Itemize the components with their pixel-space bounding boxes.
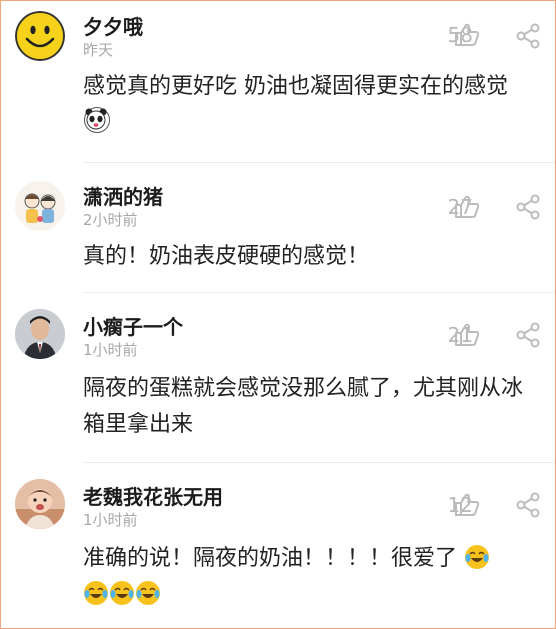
timestamp: 昨天 — [83, 41, 114, 59]
tears-of-joy-emoji — [136, 581, 160, 605]
tears-of-joy-emoji — [110, 581, 134, 605]
comment-text: 准确的说！隔夜的奶油！！！！很爱了 — [83, 541, 533, 613]
comment-text: 隔夜的蛋糕就会感觉没那么腻了，尤其刚从冰箱里拿出来 — [83, 376, 524, 437]
username[interactable]: 潇洒的猪 — [83, 181, 163, 210]
panda-face-emoji — [84, 107, 110, 133]
man-in-suit-avatar — [15, 309, 65, 359]
username[interactable]: 夕夕哦 — [83, 11, 143, 40]
cartoon-couple-avatar — [15, 181, 65, 231]
thumbs-up-icon[interactable] — [454, 493, 480, 517]
smiley-face-icon — [15, 11, 65, 61]
timestamp: 1小时前 — [83, 341, 138, 359]
share-icon[interactable] — [515, 23, 541, 49]
username[interactable]: 小瘸子一个 — [83, 311, 183, 340]
comment-text: 真的！奶油表皮硬硬的感觉！ — [83, 244, 370, 269]
avatar[interactable] — [15, 479, 65, 529]
baby-photo-avatar — [15, 479, 65, 529]
comment-item: 小瘸子一个 1小时前 21 隔夜的蛋糕就会感觉没那么腻了，尤其刚从冰箱里拿出来 — [1, 293, 555, 463]
avatar[interactable] — [15, 181, 65, 231]
comment-list: 夕夕哦 昨天 58 感觉真的更好吃 奶油也凝固得更实在的感觉 潇洒的猪 2小时前… — [0, 0, 556, 629]
share-icon[interactable] — [515, 194, 541, 220]
comment-item: 夕夕哦 昨天 58 感觉真的更好吃 奶油也凝固得更实在的感觉 — [1, 1, 555, 163]
comment-text: 感觉真的更好吃 奶油也凝固得更实在的感觉 — [83, 69, 533, 141]
share-icon[interactable] — [515, 492, 541, 518]
avatar[interactable] — [15, 309, 65, 359]
thumbs-up-icon[interactable] — [454, 323, 480, 347]
username[interactable]: 老魏我花张无用 — [83, 481, 223, 510]
thumbs-up-icon[interactable] — [454, 195, 480, 219]
timestamp: 1小时前 — [83, 511, 138, 529]
tears-of-joy-emoji — [84, 581, 108, 605]
comment-body: 准确的说！隔夜的奶油！！！！很爱了 — [83, 546, 458, 571]
share-icon[interactable] — [515, 322, 541, 348]
avatar[interactable] — [15, 11, 65, 61]
thumbs-up-icon[interactable] — [454, 23, 480, 47]
comment-body: 感觉真的更好吃 奶油也凝固得更实在的感觉 — [83, 74, 508, 99]
timestamp: 2小时前 — [83, 211, 138, 229]
comment-item: 潇洒的猪 2小时前 27 真的！奶油表皮硬硬的感觉！ — [1, 163, 555, 293]
tears-of-joy-emoji — [465, 545, 490, 569]
comment-item: 老魏我花张无用 1小时前 12 准确的说！隔夜的奶油！！！！很爱了 — [1, 463, 555, 628]
